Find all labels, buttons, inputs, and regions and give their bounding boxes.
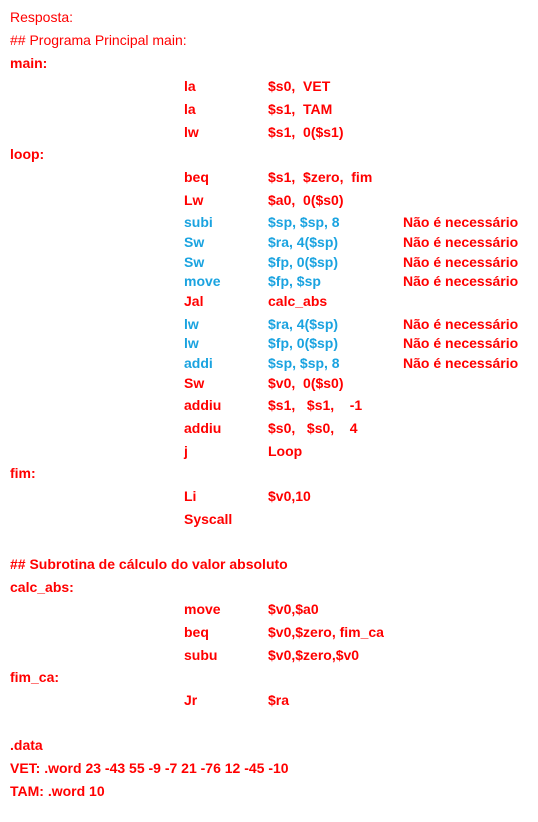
instr-op: Sw bbox=[184, 375, 205, 391]
tam-declaration: TAM: .word 10 bbox=[10, 783, 105, 799]
vet-declaration: VET: .word 23 -43 55 -9 -7 21 -76 12 -45… bbox=[10, 760, 289, 776]
instr-note: Não é necessário bbox=[403, 316, 519, 332]
instr-args: $s1, TAM bbox=[268, 101, 333, 117]
instr-args: $s1, 0($s1) bbox=[268, 124, 344, 140]
instr-args: $fp, $sp bbox=[268, 273, 321, 289]
instr-args: $sp, $sp, 8 bbox=[268, 355, 340, 371]
instr-op: addiu bbox=[184, 397, 222, 413]
instr-op: la bbox=[184, 78, 196, 94]
instr-op: lw bbox=[184, 316, 199, 332]
instr-op: j bbox=[184, 443, 188, 459]
instr-args: $ra, 4($sp) bbox=[268, 234, 339, 250]
instr-op: addi bbox=[184, 355, 213, 371]
instr-op: Jal bbox=[184, 293, 204, 309]
instr-op: Li bbox=[184, 488, 197, 504]
instr-args: $fp, 0($sp) bbox=[268, 254, 339, 270]
instr-args: $s0, VET bbox=[268, 78, 331, 94]
instr-note: Não é necessário bbox=[403, 214, 519, 230]
instr-args: Loop bbox=[268, 443, 303, 459]
instr-args: $v0,10 bbox=[268, 488, 311, 504]
instr-op: subu bbox=[184, 647, 218, 663]
instr-note: Não é necessário bbox=[403, 335, 519, 351]
instr-args: $ra, 4($sp) bbox=[268, 316, 339, 332]
instr-args: $v0, 0($s0) bbox=[268, 375, 344, 391]
instr-op: beq bbox=[184, 169, 209, 185]
instr-args: $s1, $zero, fim bbox=[268, 169, 373, 185]
instr-op: Lw bbox=[184, 192, 204, 208]
subroutine-comment: ## Subrotina de cálculo do valor absolut… bbox=[10, 556, 288, 572]
instr-args: $s1, $s1, -1 bbox=[268, 397, 363, 413]
instr-op: move bbox=[184, 273, 221, 289]
instr-args: $ra bbox=[268, 692, 290, 708]
instr-op: Syscall bbox=[184, 511, 233, 527]
instr-args: $v0,$zero,$v0 bbox=[268, 647, 360, 663]
instr-op: Sw bbox=[184, 254, 205, 270]
instr-note: Não é necessário bbox=[403, 254, 519, 270]
instr-args: $sp, $sp, 8 bbox=[268, 214, 340, 230]
label-fim-ca: fim_ca: bbox=[10, 669, 60, 685]
instr-args: $a0, 0($s0) bbox=[268, 192, 344, 208]
data-directive: .data bbox=[10, 737, 43, 753]
instr-op: beq bbox=[184, 624, 209, 640]
instr-op: Sw bbox=[184, 234, 205, 250]
answer-label: Resposta: bbox=[10, 9, 74, 25]
instr-op: lw bbox=[184, 335, 199, 351]
instr-args: $v0,$a0 bbox=[268, 601, 319, 617]
label-main: main: bbox=[10, 55, 48, 71]
instr-note: Não é necessário bbox=[403, 273, 519, 289]
instr-args: $fp, 0($sp) bbox=[268, 335, 339, 351]
instr-op: lw bbox=[184, 124, 199, 140]
instr-args: calc_abs bbox=[268, 293, 328, 309]
label-calc-abs: calc_abs: bbox=[10, 579, 74, 595]
instr-note: Não é necessário bbox=[403, 234, 519, 250]
instr-note: Não é necessário bbox=[403, 355, 519, 371]
instr-op: Jr bbox=[184, 692, 198, 708]
main-comment: ## Programa Principal main: bbox=[10, 32, 187, 48]
label-loop: loop: bbox=[10, 146, 45, 162]
label-fim: fim: bbox=[10, 465, 36, 481]
instr-op: addiu bbox=[184, 420, 222, 436]
instr-args: $s0, $s0, 4 bbox=[268, 420, 358, 436]
instr-args: $v0,$zero, fim_ca bbox=[268, 624, 384, 640]
instr-op: subi bbox=[184, 214, 213, 230]
instr-op: move bbox=[184, 601, 221, 617]
instr-op: la bbox=[184, 101, 196, 117]
